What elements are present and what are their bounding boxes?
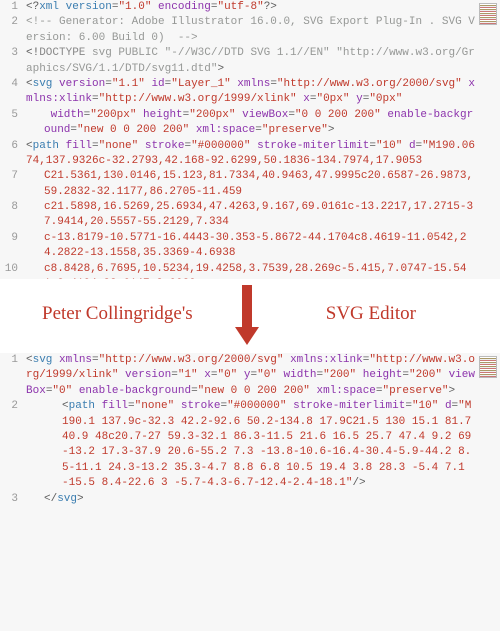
top-code-pane: 1<?xml version="1.0" encoding="utf-8"?>2… xyxy=(0,0,500,279)
code-line: 2<!-- Generator: Adobe Illustrator 16.0.… xyxy=(0,15,500,46)
bottom-code-pane: 1<svg xmlns="http://www.w3.org/2000/svg"… xyxy=(0,353,500,631)
code-text: <path fill="none" stroke="#000000" strok… xyxy=(26,139,500,170)
code-line: 9c-13.8179-10.5771-16.4443-30.353-5.8672… xyxy=(0,231,500,262)
line-number: 3 xyxy=(0,492,26,507)
code-line: 8c21.5898,16.5269,25.6934,47.4263,9.167,… xyxy=(0,200,500,231)
divider-band: Peter Collingridge's SVG Editor xyxy=(0,279,500,353)
code-line: 7C21.5361,130.0146,15.123,81.7334,40.946… xyxy=(0,169,500,200)
line-number: 1 xyxy=(0,353,26,399)
code-text: C21.5361,130.0146,15.123,81.7334,40.9463… xyxy=(26,169,500,200)
top-code-lines: 1<?xml version="1.0" encoding="utf-8"?>2… xyxy=(0,0,500,279)
code-line: 3</svg> xyxy=(0,492,500,507)
code-text: c-13.8179-10.5771-16.4443-30.353-5.8672-… xyxy=(26,231,500,262)
code-text: <svg version="1.1" id="Layer_1" xmlns="h… xyxy=(26,77,500,108)
code-text: <svg xmlns="http://www.w3.org/2000/svg" … xyxy=(26,353,500,399)
code-text: </svg> xyxy=(26,492,500,507)
code-line: 1<?xml version="1.0" encoding="utf-8"?> xyxy=(0,0,500,15)
code-line: 4<svg version="1.1" id="Layer_1" xmlns="… xyxy=(0,77,500,108)
down-arrow-icon xyxy=(236,285,258,347)
code-text: <!-- Generator: Adobe Illustrator 16.0.0… xyxy=(26,15,500,46)
code-text: <!DOCTYPE svg PUBLIC "-//W3C//DTD SVG 1.… xyxy=(26,46,500,77)
code-line: 6<path fill="none" stroke="#000000" stro… xyxy=(0,139,500,170)
line-number: 7 xyxy=(0,169,26,200)
line-number: 10 xyxy=(0,262,26,279)
line-number: 4 xyxy=(0,77,26,108)
code-line: 3<!DOCTYPE svg PUBLIC "-//W3C//DTD SVG 1… xyxy=(0,46,500,77)
line-number: 3 xyxy=(0,46,26,77)
code-line: 1<svg xmlns="http://www.w3.org/2000/svg"… xyxy=(0,353,500,399)
code-text: <?xml version="1.0" encoding="utf-8"?> xyxy=(26,0,500,15)
code-line: 2<path fill="none" stroke="#000000" stro… xyxy=(0,399,500,491)
code-line: 5 width="200px" height="200px" viewBox="… xyxy=(0,108,500,139)
line-number: 8 xyxy=(0,200,26,231)
line-number: 2 xyxy=(0,399,26,491)
code-text: width="200px" height="200px" viewBox="0 … xyxy=(26,108,500,139)
code-text: <path fill="none" stroke="#000000" strok… xyxy=(26,399,500,491)
bottom-code-lines: 1<svg xmlns="http://www.w3.org/2000/svg"… xyxy=(0,353,500,507)
line-number: 5 xyxy=(0,108,26,139)
line-number: 1 xyxy=(0,0,26,15)
code-line: 10c8.8428,6.7695,10.5234,19.4258,3.7539,… xyxy=(0,262,500,279)
editor-credit-right: SVG Editor xyxy=(326,303,416,325)
line-number: 9 xyxy=(0,231,26,262)
line-number: 6 xyxy=(0,139,26,170)
code-text: c8.8428,6.7695,10.5234,19.4258,3.7539,28… xyxy=(26,262,500,279)
line-number: 2 xyxy=(0,15,26,46)
editor-credit-left: Peter Collingridge's xyxy=(42,303,193,325)
code-text: c21.5898,16.5269,25.6934,47.4263,9.167,6… xyxy=(26,200,500,231)
